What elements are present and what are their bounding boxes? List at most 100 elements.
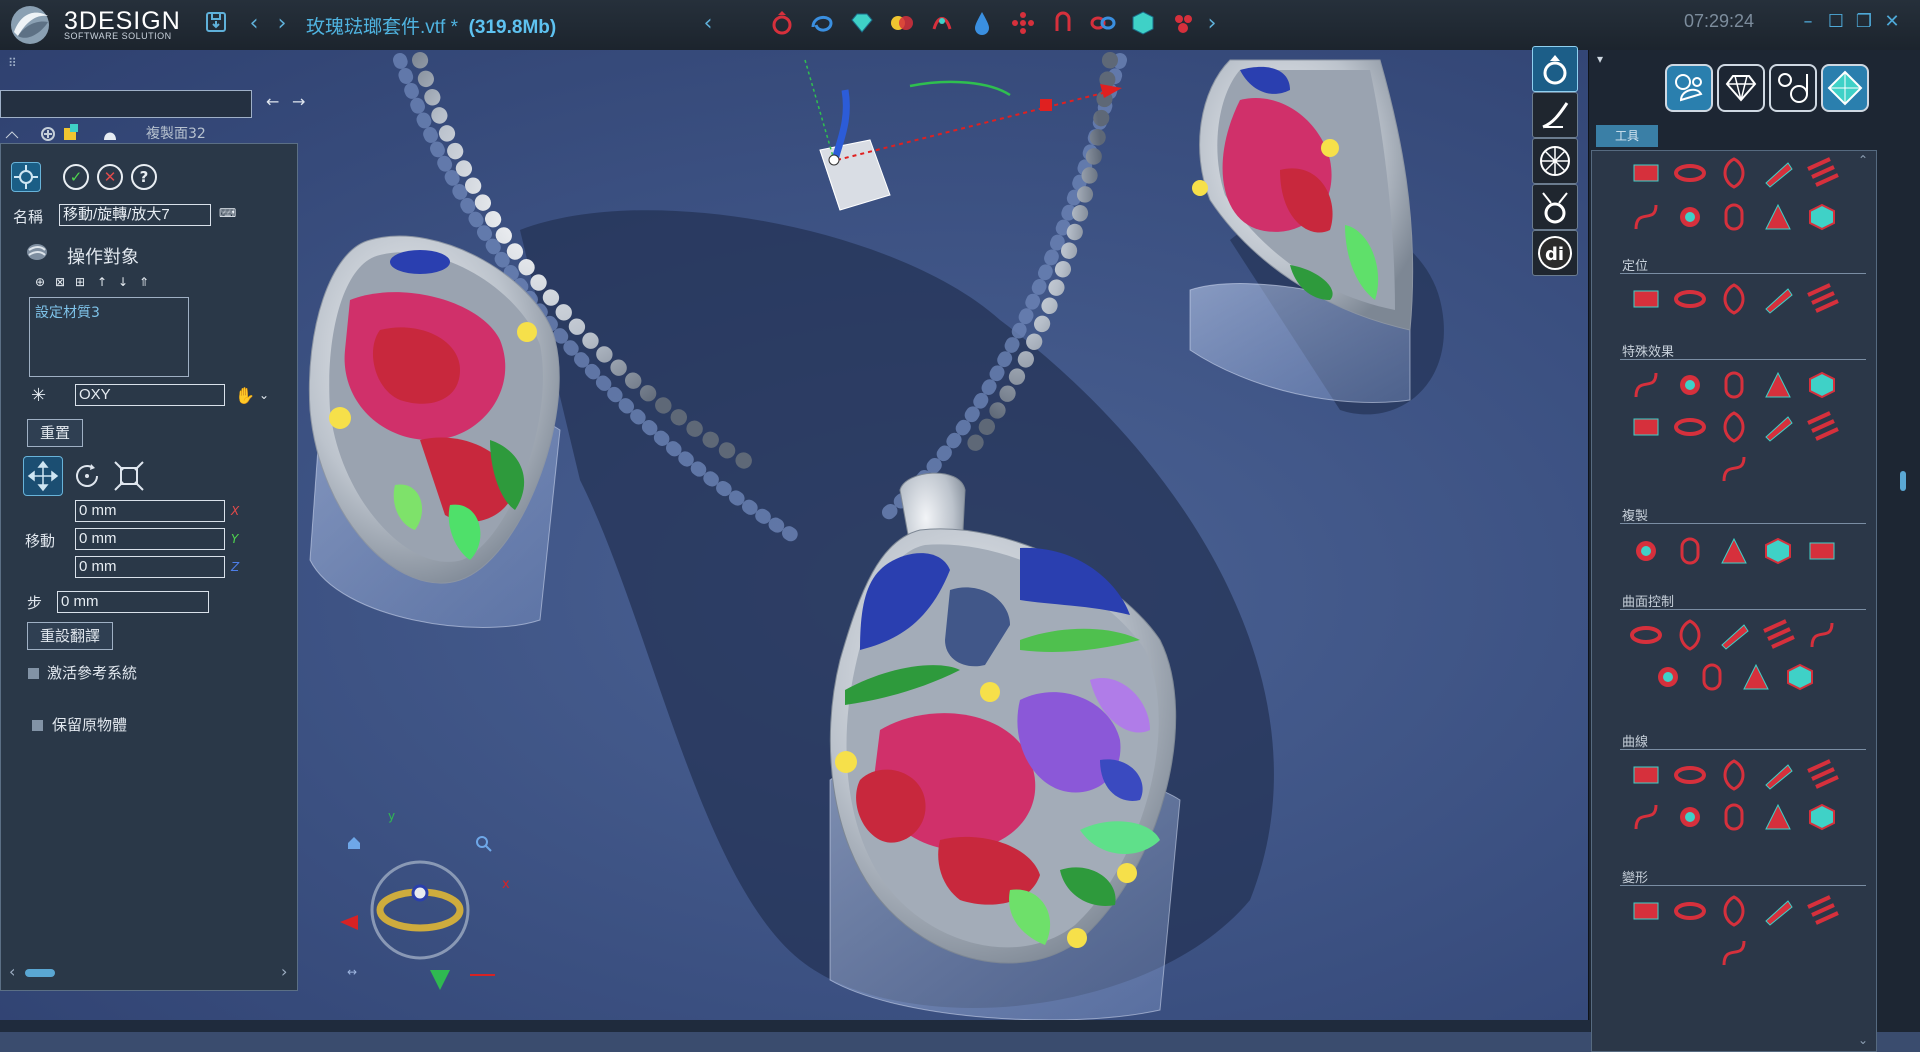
tool-icon[interactable] — [1716, 893, 1752, 929]
link-tool-icon[interactable] — [1089, 9, 1117, 37]
tool-icon[interactable] — [1716, 935, 1752, 971]
grid-menu-icon[interactable]: ⠿ — [8, 56, 17, 70]
translate-mode-icon[interactable] — [23, 456, 63, 496]
toolbar-scroll-right-icon[interactable]: › — [1198, 10, 1226, 38]
restore-icon[interactable]: ❐ — [1852, 10, 1876, 34]
tool-icon[interactable] — [1716, 533, 1752, 569]
tool-icon[interactable] — [1804, 533, 1840, 569]
tool-icon[interactable] — [1672, 757, 1708, 793]
gem-tool-icon[interactable] — [848, 9, 876, 37]
move-y-field[interactable]: 0 mm — [75, 528, 225, 550]
tool-icon[interactable] — [1760, 757, 1796, 793]
render-mode-button[interactable] — [1532, 184, 1578, 230]
history-search-input[interactable] — [0, 90, 252, 118]
tool-icon[interactable] — [1628, 799, 1664, 835]
tool-icon[interactable] — [1760, 199, 1796, 235]
setting-tool-icon[interactable] — [1049, 9, 1077, 37]
jewelry-mode-button[interactable] — [1532, 46, 1578, 92]
tool-icon[interactable] — [1672, 533, 1708, 569]
scroll-left-icon[interactable]: ‹ — [9, 962, 15, 981]
prong-tool-icon[interactable] — [928, 9, 956, 37]
tool-icon[interactable] — [1804, 799, 1840, 835]
cancel-button[interactable]: ✕ — [97, 164, 123, 190]
tool-icon[interactable] — [1628, 617, 1664, 653]
palette-scroll-up-icon[interactable]: ⌃ — [1858, 153, 1868, 167]
close-icon[interactable]: ✕ — [1880, 10, 1904, 34]
pick-hand-icon[interactable]: ✋ — [235, 386, 255, 405]
tool-icon[interactable] — [1628, 199, 1664, 235]
activate-ref-checkbox[interactable] — [28, 668, 39, 679]
scroll-right-icon[interactable]: › — [281, 962, 287, 981]
tool-icon[interactable] — [1760, 155, 1796, 191]
pave-tool-icon[interactable] — [1009, 9, 1037, 37]
tool-icon[interactable] — [1760, 533, 1796, 569]
replace-object-icon[interactable]: ⊞ — [75, 275, 85, 289]
tab-tools[interactable] — [1665, 64, 1713, 112]
object-list-item[interactable]: 設定材質3 — [35, 302, 100, 322]
help-button[interactable]: ? — [131, 164, 157, 190]
tool-icon[interactable] — [1672, 893, 1708, 929]
drop-tool-icon[interactable] — [968, 9, 996, 37]
ring-tool-icon[interactable] — [768, 9, 796, 37]
sketch-mode-button[interactable] — [1532, 92, 1578, 138]
confirm-button[interactable]: ✓ — [63, 164, 89, 190]
scroll-thumb[interactable] — [25, 969, 55, 977]
tool-icon[interactable] — [1628, 281, 1664, 317]
scale-mode-icon[interactable] — [111, 458, 147, 494]
tool-icon[interactable] — [1672, 281, 1708, 317]
tool-icon[interactable] — [1804, 155, 1840, 191]
tool-icon[interactable] — [1716, 409, 1752, 445]
tool-icon[interactable] — [1804, 367, 1840, 403]
tool-icon[interactable] — [1716, 155, 1752, 191]
tool-icon[interactable] — [1672, 367, 1708, 403]
tool-icon[interactable] — [1628, 409, 1664, 445]
tool-icon[interactable] — [1804, 617, 1840, 653]
move-up-icon[interactable]: ↑ — [97, 275, 107, 289]
keep-original-checkbox[interactable] — [32, 720, 43, 731]
tool-icon[interactable] — [1628, 367, 1664, 403]
tab-gems[interactable] — [1717, 64, 1765, 112]
tool-icon[interactable] — [1760, 409, 1796, 445]
tool-icon[interactable] — [1716, 199, 1752, 235]
tool-icon[interactable] — [1716, 757, 1752, 793]
tool-icon[interactable] — [1760, 617, 1796, 653]
toolbar-scroll-left-icon[interactable]: ‹ — [694, 10, 722, 38]
panel-scrollbar[interactable]: ‹ › — [9, 962, 293, 982]
tool-icon[interactable] — [1782, 659, 1818, 695]
maximize-icon[interactable]: ☐ — [1824, 10, 1848, 34]
tool-icon[interactable] — [1716, 617, 1752, 653]
redo-icon[interactable]: › — [268, 10, 296, 38]
undo-icon[interactable]: ‹ — [240, 10, 268, 38]
material-tool-icon[interactable] — [888, 9, 916, 37]
tool-icon[interactable] — [1672, 409, 1708, 445]
mesh-mode-button[interactable] — [1532, 138, 1578, 184]
reset-flip-button[interactable]: 重設翻譯 — [27, 622, 113, 650]
tool-icon[interactable] — [1694, 659, 1730, 695]
tool-icon[interactable] — [1628, 155, 1664, 191]
history-forward-icon[interactable]: → — [292, 92, 305, 111]
name-field[interactable]: 移動/旋轉/放大7 — [59, 204, 211, 226]
tool-icon[interactable] — [1650, 659, 1686, 695]
tool-icon[interactable] — [1760, 367, 1796, 403]
tool-icon[interactable] — [1716, 281, 1752, 317]
tool-icon[interactable] — [1804, 757, 1840, 793]
plane-dropdown-icon[interactable]: ⌄ — [259, 388, 269, 402]
tab-library[interactable] — [1821, 64, 1869, 112]
cube-tool-icon[interactable] — [1129, 9, 1157, 37]
tool-icon[interactable] — [1804, 281, 1840, 317]
tool-icon[interactable] — [1760, 281, 1796, 317]
minimize-icon[interactable]: – — [1796, 10, 1820, 34]
tool-icon[interactable] — [1672, 155, 1708, 191]
cluster-tool-icon[interactable] — [1169, 9, 1197, 37]
tool-icon[interactable] — [1672, 799, 1708, 835]
bangle-tool-icon[interactable] — [808, 9, 836, 37]
plane-field[interactable]: OXY — [75, 384, 225, 406]
history-back-icon[interactable]: ← — [266, 92, 279, 111]
reset-button[interactable]: 重置 — [27, 419, 83, 447]
tool-icon[interactable] — [1672, 617, 1708, 653]
add-object-icon[interactable]: ⊕ — [35, 275, 45, 289]
move-down-icon[interactable]: ↓ — [118, 275, 128, 289]
tool-icon[interactable] — [1804, 893, 1840, 929]
tool-icon[interactable] — [1804, 409, 1840, 445]
objects-list[interactable]: 設定材質3 — [29, 297, 189, 377]
